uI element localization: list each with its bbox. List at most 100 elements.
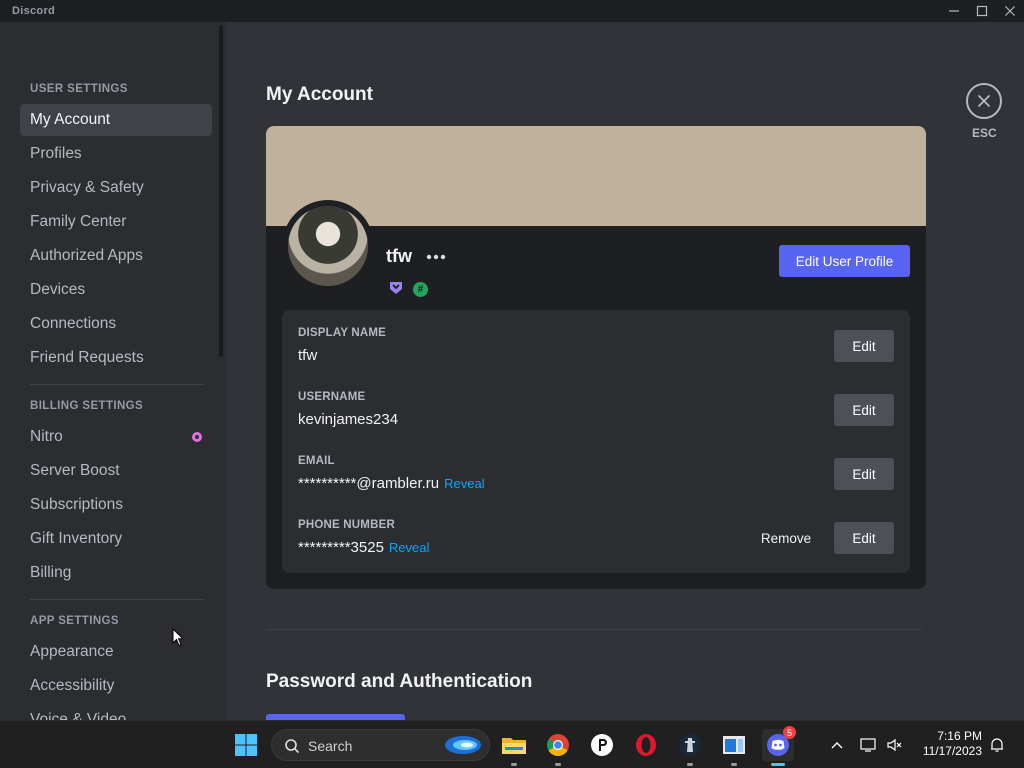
sidebar-item-nitro[interactable]: Nitro — [20, 421, 212, 453]
phone-number-value: *********3525 — [298, 539, 384, 556]
esc-label: ESC — [972, 126, 997, 140]
sidebar-item-label: Family Center — [30, 213, 127, 230]
taskbar-file-explorer[interactable] — [498, 729, 530, 766]
running-indicator — [731, 763, 737, 766]
running-indicator — [771, 763, 785, 766]
sidebar-item-friend-requests[interactable]: Friend Requests — [20, 342, 212, 374]
sidebar-item-label: Subscriptions — [30, 496, 124, 513]
notifications-button[interactable] — [984, 729, 1010, 761]
windows-start-icon — [235, 734, 257, 756]
sidebar-item-label: Profiles — [30, 145, 82, 162]
maximize-icon — [976, 5, 988, 17]
taskbar-window-app[interactable] — [718, 729, 750, 766]
sidebar-item-devices[interactable]: Devices — [20, 274, 212, 306]
clock-date: 11/17/2023 — [922, 744, 982, 758]
network-button[interactable] — [856, 729, 882, 761]
start-button[interactable] — [230, 729, 262, 761]
taskbar: Search 5 7:16 PM 11/17/2023 — [0, 720, 1024, 768]
running-indicator — [687, 763, 693, 766]
sidebar-item-gift-inventory[interactable]: Gift Inventory — [20, 523, 212, 555]
sidebar-item-label: Voice & Video — [30, 711, 127, 720]
more-options-icon[interactable] — [426, 254, 446, 260]
reveal-email-link[interactable]: Reveal — [444, 476, 484, 491]
sidebar-item-label: Nitro — [30, 428, 63, 445]
sidebar-item-voice-video[interactable]: Voice & Video — [20, 704, 212, 720]
email-row: **********@rambler.ru Reveal — [298, 475, 485, 492]
sidebar-scrollbar[interactable] — [219, 25, 223, 357]
avatar[interactable] — [288, 206, 368, 286]
opera-icon — [636, 734, 656, 756]
minimize-button[interactable] — [940, 0, 968, 22]
clock[interactable]: 7:16 PM 11/17/2023 — [918, 729, 982, 759]
sidebar-item-my-account[interactable]: My Account — [20, 104, 212, 136]
mouse-cursor-icon — [172, 628, 184, 647]
chrome-icon — [547, 734, 569, 756]
taskbar-search[interactable]: Search — [271, 729, 490, 761]
sidebar-item-label: Accessibility — [30, 677, 115, 694]
sidebar-item-label: Devices — [30, 281, 86, 298]
search-icon — [285, 739, 300, 754]
edit-email-button[interactable]: Edit — [834, 458, 894, 490]
sidebar-item-label: Billing — [30, 564, 72, 581]
hypesquad-icon[interactable] — [388, 280, 404, 296]
hash-badge-icon[interactable]: # — [413, 282, 428, 297]
sidebar-divider — [30, 384, 204, 385]
profile-banner — [266, 126, 926, 226]
nitro-icon — [192, 432, 202, 442]
sidebar-item-label: Gift Inventory — [30, 530, 123, 547]
remove-phone-button[interactable]: Remove — [756, 522, 816, 554]
window-app-icon — [723, 736, 745, 754]
section-divider — [266, 629, 922, 630]
sidebar-item-profiles[interactable]: Profiles — [20, 138, 212, 170]
close-icon — [1005, 6, 1015, 16]
email-label: EMAIL — [298, 455, 335, 467]
sidebar-item-label: Friend Requests — [30, 349, 144, 366]
sidebar-item-family-center[interactable]: Family Center — [20, 206, 212, 238]
clock-time: 7:16 PM — [937, 729, 982, 743]
sidebar-item-label: Authorized Apps — [30, 247, 143, 264]
page-title: My Account — [266, 84, 373, 105]
sidebar-item-label: Privacy & Safety — [30, 179, 144, 196]
settings-sidebar: USER SETTINGS My Account Profiles Privac… — [0, 22, 226, 720]
sidebar-item-connections[interactable]: Connections — [20, 308, 212, 340]
sidebar-item-label: Connections — [30, 315, 117, 332]
reveal-phone-link[interactable]: Reveal — [389, 540, 429, 555]
close-window-button[interactable] — [996, 0, 1024, 22]
p-app-icon — [591, 734, 613, 756]
app-name: Discord — [12, 5, 56, 17]
volume-button[interactable] — [882, 729, 908, 761]
sidebar-item-privacy-safety[interactable]: Privacy & Safety — [20, 172, 212, 204]
show-hidden-icons-button[interactable] — [822, 729, 852, 761]
account-card: tfw # Edit User Profile DISPLAY NAME tfw… — [266, 126, 926, 589]
chevron-up-icon — [831, 742, 843, 749]
taskbar-chrome[interactable] — [542, 729, 574, 766]
sidebar-item-accessibility[interactable]: Accessibility — [20, 670, 212, 702]
display-name-label: DISPLAY NAME — [298, 327, 387, 339]
sidebar-item-subscriptions[interactable]: Subscriptions — [20, 489, 212, 521]
minimize-icon — [949, 10, 959, 12]
file-explorer-icon — [502, 738, 526, 754]
sidebar-item-authorized-apps[interactable]: Authorized Apps — [20, 240, 212, 272]
taskbar-p-app[interactable] — [586, 729, 618, 761]
running-indicator — [555, 763, 561, 766]
sidebar-item-server-boost[interactable]: Server Boost — [20, 455, 212, 487]
network-icon — [860, 738, 876, 752]
title-bar: Discord — [0, 0, 1024, 22]
taskbar-opera[interactable] — [630, 729, 662, 761]
edit-username-button[interactable]: Edit — [834, 394, 894, 426]
account-fields-panel: DISPLAY NAME tfw Edit USERNAME kevinjame… — [282, 310, 910, 573]
maximize-button[interactable] — [968, 0, 996, 22]
main-content: My Account ESC tfw # Edit User Profile D… — [226, 22, 1024, 720]
close-settings-button[interactable] — [966, 83, 1002, 119]
taskbar-steam[interactable] — [674, 729, 706, 766]
close-icon — [978, 95, 990, 107]
edit-phone-button[interactable]: Edit — [834, 522, 894, 554]
discord-notification-badge: 5 — [783, 726, 796, 739]
edit-display-name-button[interactable]: Edit — [834, 330, 894, 362]
sidebar-item-billing[interactable]: Billing — [20, 557, 212, 589]
edit-user-profile-button[interactable]: Edit User Profile — [779, 245, 910, 277]
sidebar-item-label: Server Boost — [30, 462, 120, 479]
display-name-value: tfw — [298, 347, 318, 364]
sidebar-item-label: My Account — [30, 111, 111, 128]
taskbar-discord[interactable]: 5 — [762, 726, 796, 766]
